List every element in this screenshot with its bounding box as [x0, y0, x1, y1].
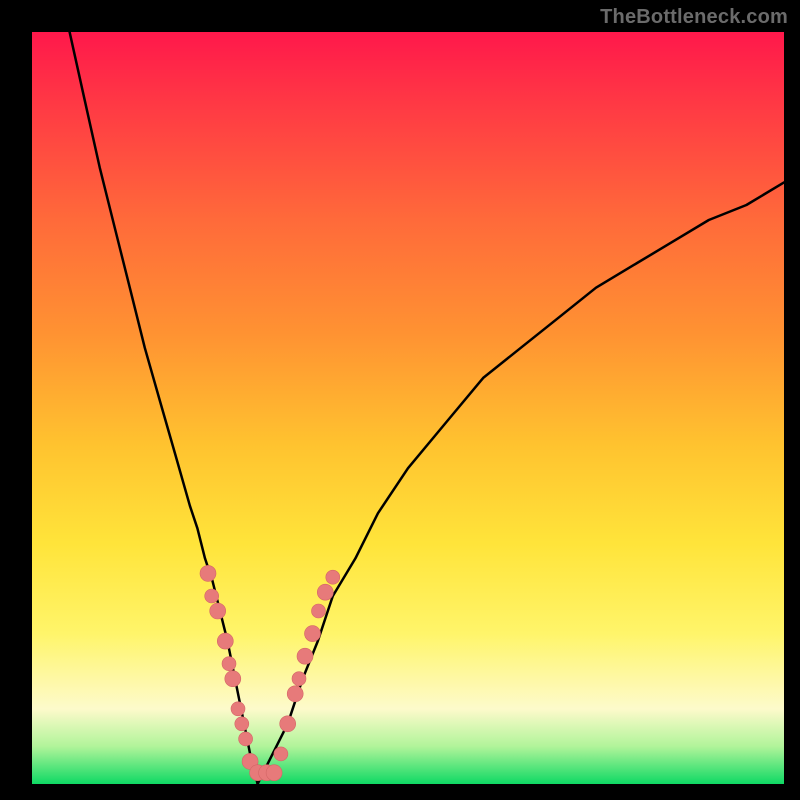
marker-dot	[287, 686, 303, 702]
marker-dot	[225, 671, 241, 687]
marker-dot	[239, 732, 253, 746]
marker-dot	[231, 702, 245, 716]
marker-dot	[312, 604, 326, 618]
marker-dot	[292, 672, 306, 686]
marker-dot	[297, 648, 313, 664]
marker-dot	[217, 633, 233, 649]
marker-dot	[280, 716, 296, 732]
marker-dot	[222, 657, 236, 671]
marker-dot	[210, 603, 226, 619]
chart-frame: TheBottleneck.com	[0, 0, 800, 800]
marker-dot	[326, 570, 340, 584]
curve-group	[70, 32, 784, 784]
marker-dot	[205, 589, 219, 603]
plot-area	[32, 32, 784, 784]
marker-dot	[305, 626, 321, 642]
right-curve	[258, 182, 784, 784]
marker-group	[200, 565, 340, 780]
chart-svg	[32, 32, 784, 784]
marker-dot	[317, 584, 333, 600]
watermark-text: TheBottleneck.com	[600, 6, 788, 29]
marker-dot	[274, 747, 288, 761]
marker-dot	[235, 717, 249, 731]
marker-dot	[200, 565, 216, 581]
marker-dot	[266, 765, 282, 781]
